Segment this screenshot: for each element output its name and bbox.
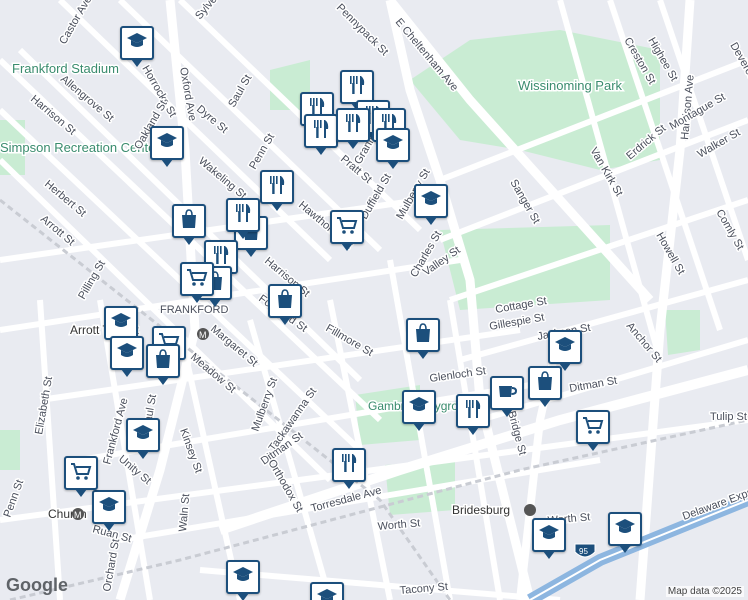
street-label: Devereaux St [727,41,748,105]
school-icon [315,585,339,600]
street-label: Worth St [377,517,420,533]
poi-marker-restaurant[interactable] [260,170,294,211]
poi-marker-shopping[interactable] [406,318,440,359]
poi-marker-school[interactable] [402,390,436,431]
poi-marker-school[interactable] [548,330,582,371]
school-icon [231,563,255,592]
street-label: Saul St [226,73,254,110]
shopping-icon [533,369,557,398]
grocery-icon [185,265,209,294]
grocery-icon [69,459,93,488]
poi-marker-shopping[interactable] [146,344,180,385]
park-area [665,310,700,355]
restaurant-icon [309,117,333,146]
school-icon [97,493,121,522]
restaurant-icon [341,111,365,140]
transit-label-bridesburg: Bridesburg [452,503,510,517]
restaurant-icon [345,73,369,102]
street-label: Wakeling St [196,155,248,202]
poi-marker-grocery[interactable] [330,210,364,251]
school-icon [407,393,431,422]
map-attribution[interactable]: Map data ©2025 [665,586,744,597]
street-label: Ditman St [568,375,618,395]
rail-icon [524,504,536,516]
street-label: Penn St [247,132,277,172]
poi-marker-shopping[interactable] [172,204,206,245]
poi-marker-school[interactable] [376,128,410,169]
school-icon [115,339,139,368]
poi-marker-restaurant[interactable] [336,108,370,149]
poi-marker-school[interactable] [110,336,144,377]
school-icon [155,129,179,158]
street-label: Castor Ave [57,0,94,47]
street-label: Orchard St [101,538,122,592]
street-label: Montague St [668,91,728,133]
map-canvas[interactable]: Frankford Stadium Simpson Recreation Cen… [0,0,748,600]
poi-marker-grocery[interactable] [180,262,214,303]
school-icon [553,333,577,362]
street-label: Pennypack St [334,2,390,58]
school-icon [125,29,149,58]
street-label: Tacony St [399,581,448,597]
poi-marker-school[interactable] [310,582,344,600]
shopping-icon [273,287,297,316]
grocery-icon [581,413,605,442]
poi-marker-school[interactable] [150,126,184,167]
metro-glyph: M [199,330,207,340]
poi-marker-school[interactable] [92,490,126,531]
place-label-wissinoming: Wissinoming Park [518,78,623,93]
shield-label: 95 [579,547,588,556]
metro-glyph: M [74,510,82,520]
shopping-icon [177,207,201,236]
poi-marker-grocery[interactable] [576,410,610,451]
school-icon [131,421,155,450]
street-label: Penn St [2,478,27,519]
poi-marker-grocery[interactable] [64,456,98,497]
street-label: Tulip St [710,411,747,423]
shopping-icon [151,347,175,376]
poi-marker-school[interactable] [532,518,566,559]
poi-marker-restaurant[interactable] [332,448,366,489]
shopping-icon [411,321,435,350]
poi-marker-school[interactable] [608,512,642,553]
poi-marker-school[interactable] [104,306,138,347]
restaurant-icon [461,397,485,426]
park-area [0,430,20,470]
school-icon [537,521,561,550]
poi-marker-restaurant[interactable] [226,198,260,239]
poi-marker-restaurant[interactable] [456,394,490,435]
school-icon [419,187,443,216]
poi-marker-school[interactable] [226,560,260,600]
poi-marker-restaurant[interactable] [304,114,338,155]
school-icon [613,515,637,544]
poi-marker-shopping[interactable] [528,366,562,407]
restaurant-icon [265,173,289,202]
grocery-icon [335,213,359,242]
street-label: Elizabeth St [33,376,55,436]
restaurant-icon [337,451,361,480]
poi-marker-restaurant[interactable] [340,70,374,111]
restaurant-icon [231,201,255,230]
poi-marker-school[interactable] [120,26,154,67]
google-logo: Google [6,575,68,595]
school-icon [109,309,133,338]
coffee-icon [495,379,519,408]
poi-marker-coffee[interactable] [490,376,524,417]
park-area [410,30,660,170]
street-label: Sylvester St [193,0,240,22]
poi-marker-school[interactable] [126,418,160,459]
poi-marker-shopping[interactable] [268,284,302,325]
poi-marker-school[interactable] [414,184,448,225]
school-icon [381,131,405,160]
interstate-shield-icon: 95 [574,543,596,558]
